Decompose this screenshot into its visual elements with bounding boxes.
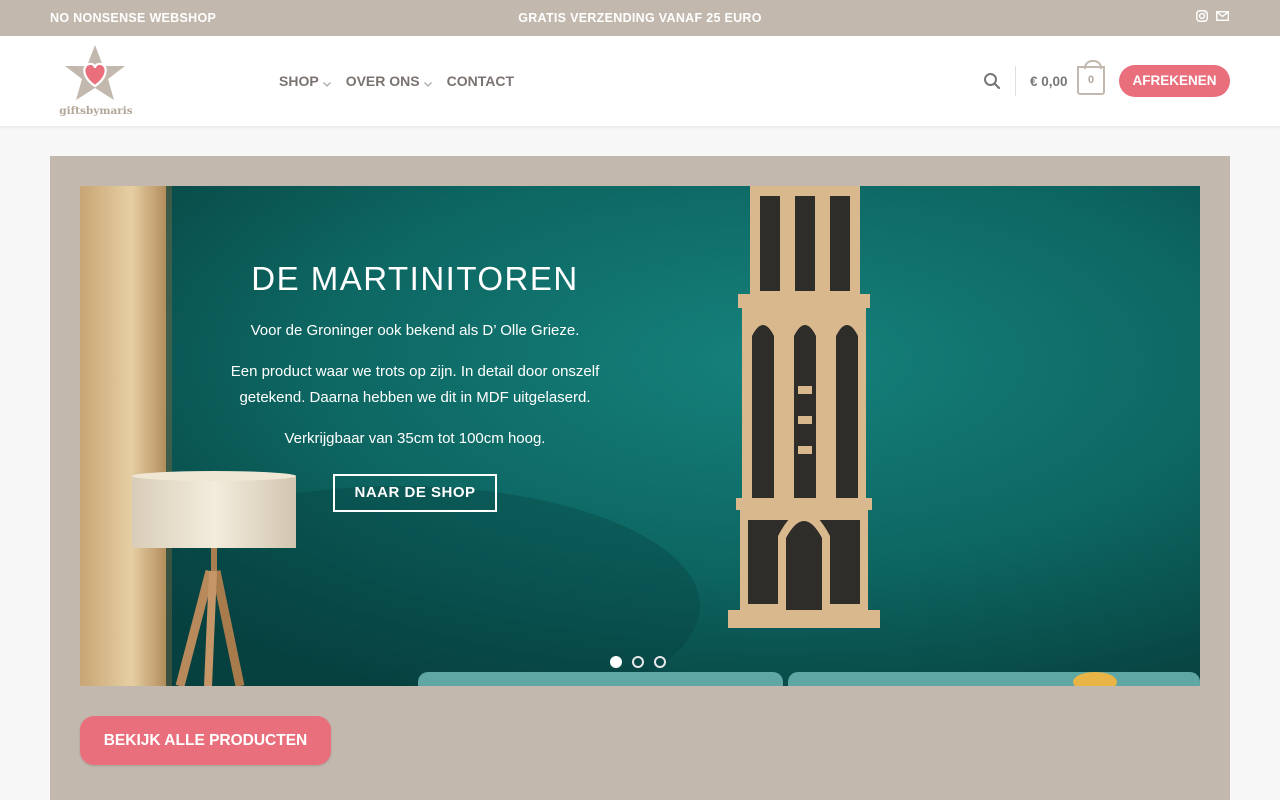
- cart-count-badge[interactable]: 0: [1077, 60, 1105, 95]
- hero-paragraph: Verkrijgbaar van 35cm tot 100cm hoog.: [284, 430, 546, 447]
- nav-item-label: SHOP: [279, 73, 319, 89]
- hero-title: DE MARTINITOREN: [251, 260, 579, 297]
- top-bar: NO NONSENSE WEBSHOP GRATIS VERZENDING VA…: [0, 0, 1280, 36]
- hero-slider[interactable]: DE MARTINITOREN Voor de Groninger ook be…: [80, 186, 1200, 686]
- logo-wordmark: giftsbymaris: [59, 105, 133, 117]
- nav-item-over-ons[interactable]: OVER ONS: [346, 73, 433, 89]
- slider-dots: [610, 656, 666, 668]
- nav-item-contact[interactable]: CONTACT: [447, 73, 514, 89]
- shipping-notice: GRATIS VERZENDING VANAF 25 EURO: [518, 11, 762, 25]
- checkout-button[interactable]: AFREKENEN: [1119, 65, 1230, 97]
- nav-item-shop[interactable]: SHOP: [279, 73, 332, 89]
- instagram-icon[interactable]: [1196, 10, 1208, 22]
- cart-total[interactable]: € 0,00: [1030, 74, 1068, 89]
- site-logo[interactable]: giftsbymaris: [58, 44, 134, 120]
- main-nav: SHOP OVER ONS CONTACT: [279, 73, 514, 89]
- hero-paragraph: Voor de Groninger ook bekend als D’ Olle…: [250, 322, 580, 339]
- header-divider: [1015, 66, 1016, 96]
- slider-dot-1[interactable]: [610, 656, 622, 668]
- social-links: [1196, 10, 1229, 22]
- logo-star-heart-icon: [65, 45, 125, 100]
- nav-item-label: CONTACT: [446, 73, 514, 89]
- search-icon[interactable]: [983, 72, 1001, 90]
- hero-content: DE MARTINITOREN Voor de Groninger ook be…: [210, 260, 620, 512]
- envelope-icon[interactable]: [1216, 10, 1229, 22]
- martinitoren-illustration: [728, 186, 880, 628]
- view-all-products-button[interactable]: BEKIJK ALLE PRODUCTEN: [80, 716, 331, 765]
- chevron-down-icon: [322, 76, 332, 87]
- chevron-down-icon: [423, 76, 433, 87]
- slider-dot-3[interactable]: [654, 656, 666, 668]
- nav-item-label: OVER ONS: [345, 73, 420, 89]
- shop-button[interactable]: NAAR DE SHOP: [333, 474, 497, 512]
- slider-dot-2[interactable]: [632, 656, 644, 668]
- hero-section: DE MARTINITOREN Voor de Groninger ook be…: [50, 156, 1230, 800]
- site-header: giftsbymaris SHOP OVER ONS CONTACT € 0,0…: [0, 36, 1280, 126]
- hero-paragraph: Een product waar we trots op zijn. In de…: [230, 363, 600, 406]
- topbar-tagline: NO NONSENSE WEBSHOP: [50, 11, 217, 25]
